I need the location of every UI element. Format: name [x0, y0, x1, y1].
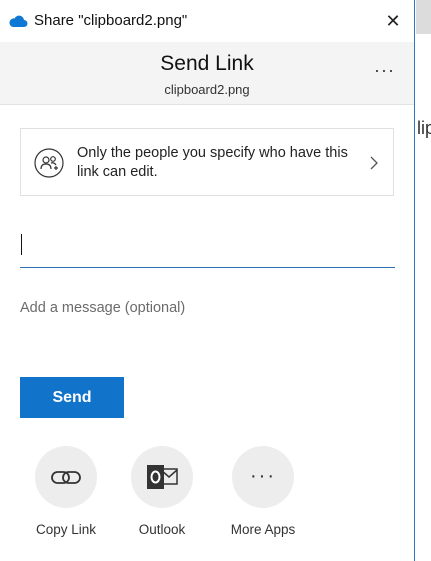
more-apps-icon: ··· — [250, 465, 276, 487]
copy-link-option[interactable]: Copy Link — [21, 446, 111, 546]
more-options-icon[interactable]: ··· — [374, 60, 395, 81]
permission-description: Only the people you specify who have thi… — [77, 145, 348, 180]
background-window-bar — [416, 0, 431, 34]
page-title: Send Link — [160, 52, 254, 75]
background-window-text: lip — [417, 118, 431, 138]
outlook-icon — [147, 465, 178, 489]
file-name: clipboard2.png — [164, 82, 250, 97]
copy-link-label: Copy Link — [35, 522, 97, 537]
copy-link-button[interactable] — [35, 446, 97, 508]
window-title: Share "clipboard2.png" — [34, 12, 188, 29]
more-apps-label: More Apps — [230, 522, 296, 537]
link-icon — [51, 471, 81, 484]
people-icon — [34, 148, 64, 178]
close-icon[interactable]: ✕ — [384, 12, 402, 30]
dialog-header: Send Link clipboard2.png ··· — [0, 42, 414, 105]
onedrive-cloud-icon — [9, 15, 28, 27]
outlook-button[interactable] — [131, 446, 193, 508]
text-caret — [21, 234, 22, 255]
chevron-right-icon — [370, 156, 378, 170]
send-button[interactable]: Send — [20, 377, 124, 418]
share-dialog: Share "clipboard2.png" ✕ Send Link clipb… — [0, 0, 415, 561]
recipient-input[interactable] — [20, 224, 395, 268]
link-permission-settings[interactable]: Only the people you specify who have thi… — [20, 128, 394, 196]
message-field[interactable]: Add a message (optional) — [20, 300, 395, 324]
background-window: lip — [416, 0, 431, 561]
outlook-label: Outlook — [138, 522, 186, 537]
more-apps-button[interactable]: ··· — [232, 446, 294, 508]
title-bar: Share "clipboard2.png" ✕ — [0, 0, 414, 42]
outlook-option[interactable]: Outlook — [117, 446, 207, 546]
more-apps-option[interactable]: ··· More Apps — [218, 446, 308, 546]
